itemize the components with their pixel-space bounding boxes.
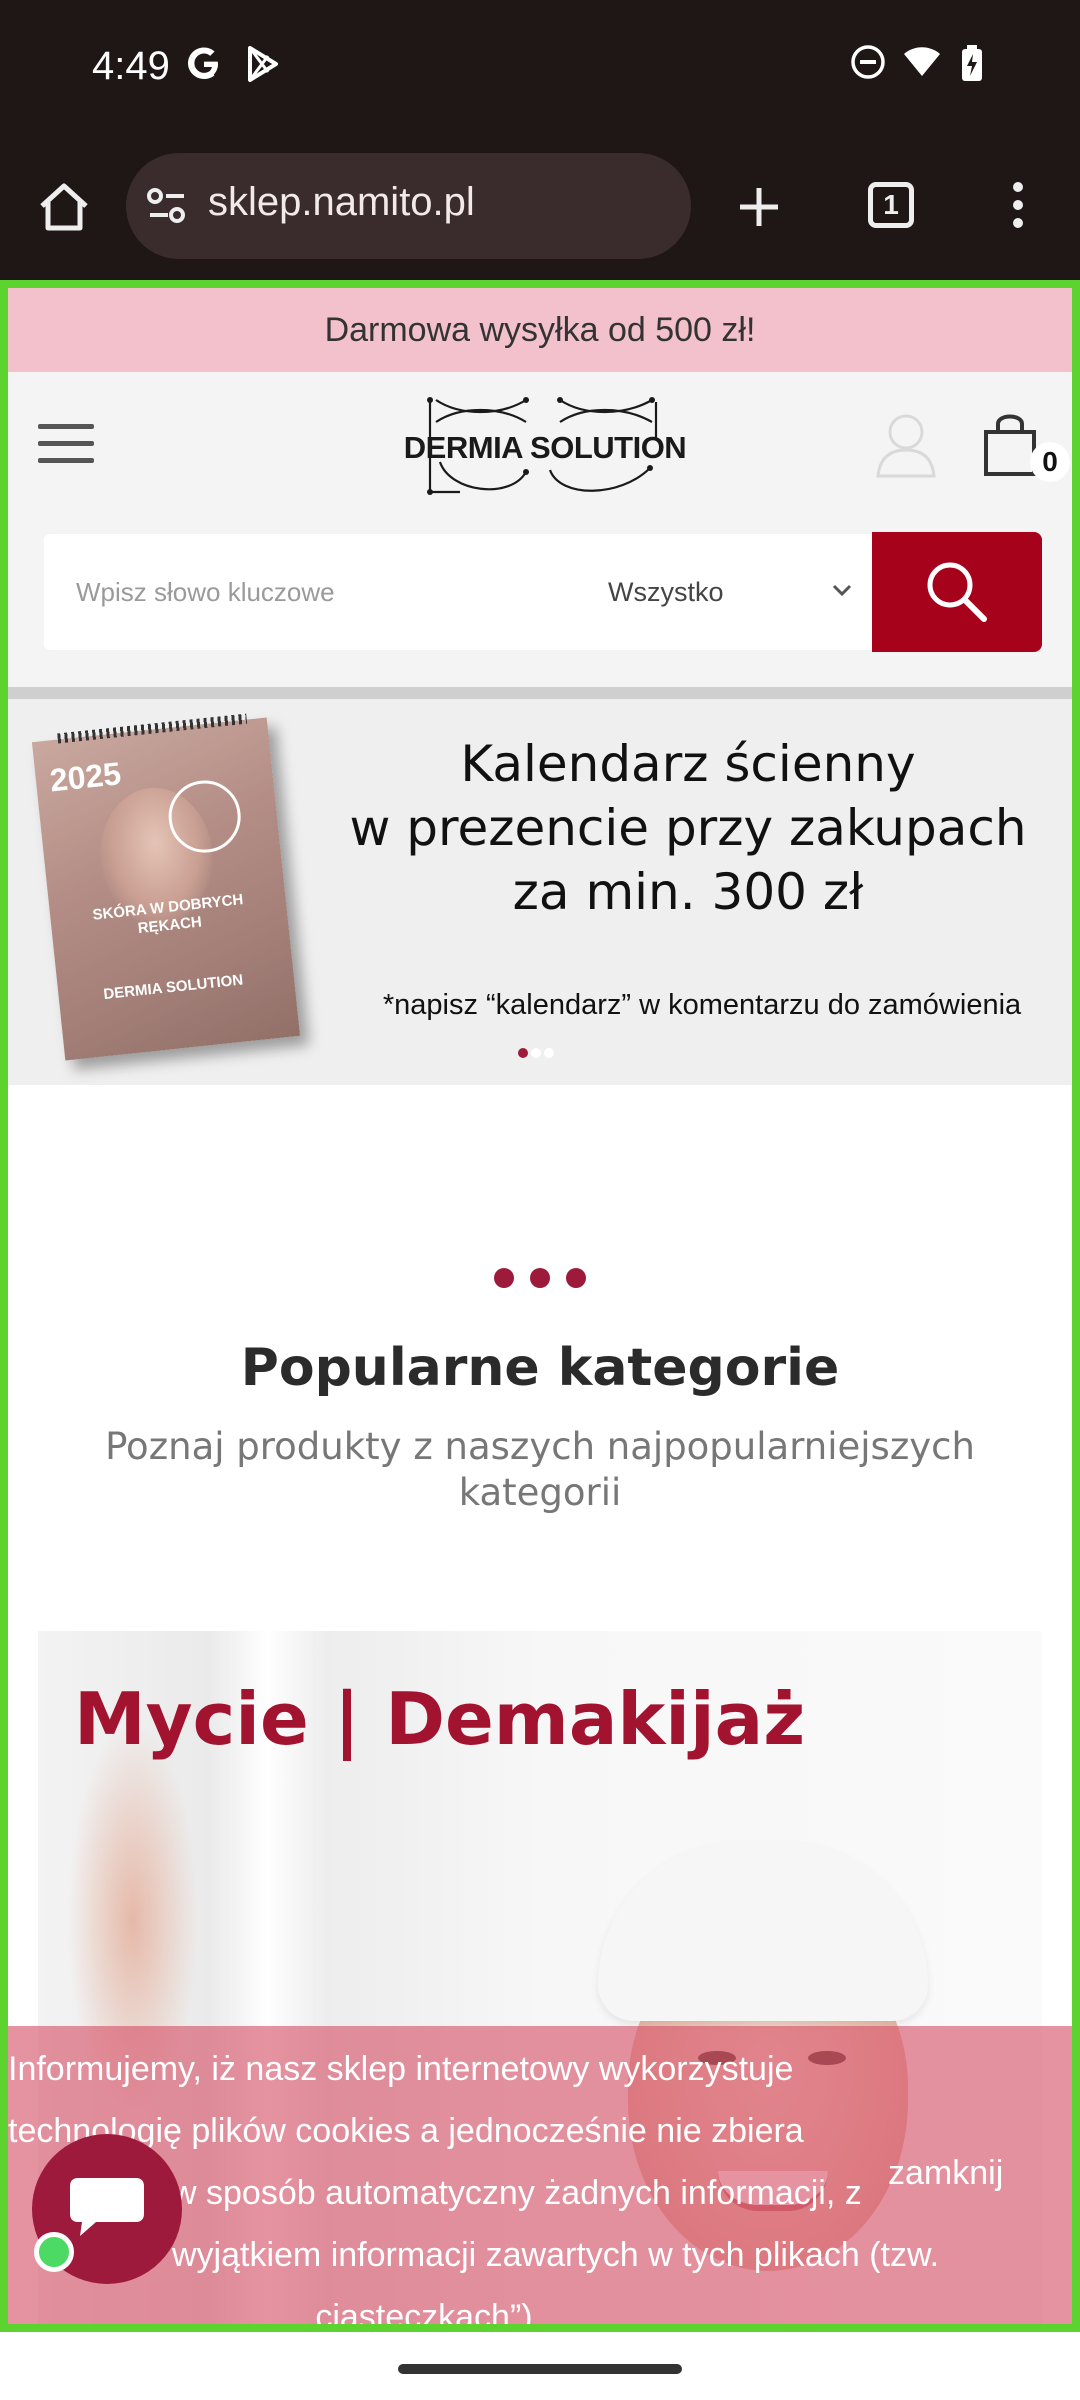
section-title: Popularne kategorie — [240, 1338, 840, 1398]
do-not-disturb-icon — [851, 45, 885, 79]
chat-bubble-icon — [70, 2178, 144, 2236]
cookie-close-button[interactable]: zamknij — [888, 2154, 1003, 2193]
slider-dot[interactable] — [518, 1048, 528, 1058]
search-input[interactable] — [44, 534, 584, 650]
online-status-indicator — [34, 2232, 74, 2272]
free-shipping-banner: Darmowa wysyłka od 500 zł! — [8, 288, 1072, 372]
google-icon — [188, 47, 218, 79]
calendar-image: 2025 SKÓRA W DOBRYCH RĘKACH DERMIA SOLUT… — [31, 713, 301, 1061]
calendar-brand: DERMIA SOLUTION — [102, 971, 244, 1004]
tab-count: 1 — [883, 189, 899, 220]
menu-dots-icon[interactable] — [1008, 180, 1028, 230]
promo-slider[interactable]: 2025 SKÓRA W DOBRYCH RĘKACH DERMIA SOLUT… — [8, 699, 1072, 1085]
search-button[interactable] — [872, 532, 1042, 652]
header-divider — [8, 687, 1072, 699]
section-decor-dots — [494, 1268, 602, 1292]
search-category-select[interactable]: Wszystko — [608, 534, 724, 650]
battery-charging-icon — [962, 45, 982, 81]
chevron-down-icon[interactable] — [830, 580, 854, 600]
calendar-caption: SKÓRA W DOBRYCH RĘKACH — [91, 891, 245, 938]
search-icon — [927, 562, 987, 622]
banner-line-1: Kalendarz ścienny — [460, 735, 916, 793]
user-account-icon[interactable] — [874, 410, 938, 480]
banner-note: *napisz “kalendarz” w komentarzu do zamó… — [382, 989, 1022, 1021]
banner-line-2: w prezencie przy zakupach — [349, 799, 1027, 857]
cart-count-badge: 0 — [1030, 442, 1070, 482]
status-time: 4:49 — [92, 44, 170, 88]
home-icon[interactable] — [36, 180, 92, 234]
slider-dot[interactable] — [531, 1048, 541, 1058]
banner-line-3: za min. 300 zł — [512, 863, 864, 921]
slider-pagination[interactable] — [518, 1043, 557, 1062]
status-bar: 4:49 — [0, 0, 1080, 135]
site-logo[interactable]: DERMIA SOLUTION — [400, 392, 690, 502]
hamburger-menu-icon[interactable] — [38, 424, 94, 464]
search-bar: Wszystko — [44, 534, 882, 650]
section-subtitle: Poznaj produkty z naszych najpopularniej… — [105, 1425, 975, 1514]
logo-text: DERMIA SOLUTION — [403, 430, 687, 465]
category-title: Mycie | Demakijaż — [74, 1677, 806, 1761]
play-store-icon — [248, 46, 278, 82]
site-info-icon[interactable] — [146, 186, 188, 226]
tab-switcher-icon[interactable]: 1 — [868, 182, 914, 228]
gesture-nav-handle[interactable] — [398, 2364, 682, 2374]
slider-dot[interactable] — [544, 1048, 554, 1058]
web-viewport: Darmowa wysyłka od 500 zł! DERMIA SOLUTI… — [0, 280, 1080, 2332]
new-tab-icon[interactable] — [736, 184, 782, 230]
site-header: DERMIA SOLUTION 0 Wszystko — [8, 372, 1072, 687]
calendar-year: 2025 — [48, 755, 123, 799]
wifi-icon — [904, 47, 940, 76]
address-url[interactable]: sklep.namito.pl — [208, 180, 475, 225]
